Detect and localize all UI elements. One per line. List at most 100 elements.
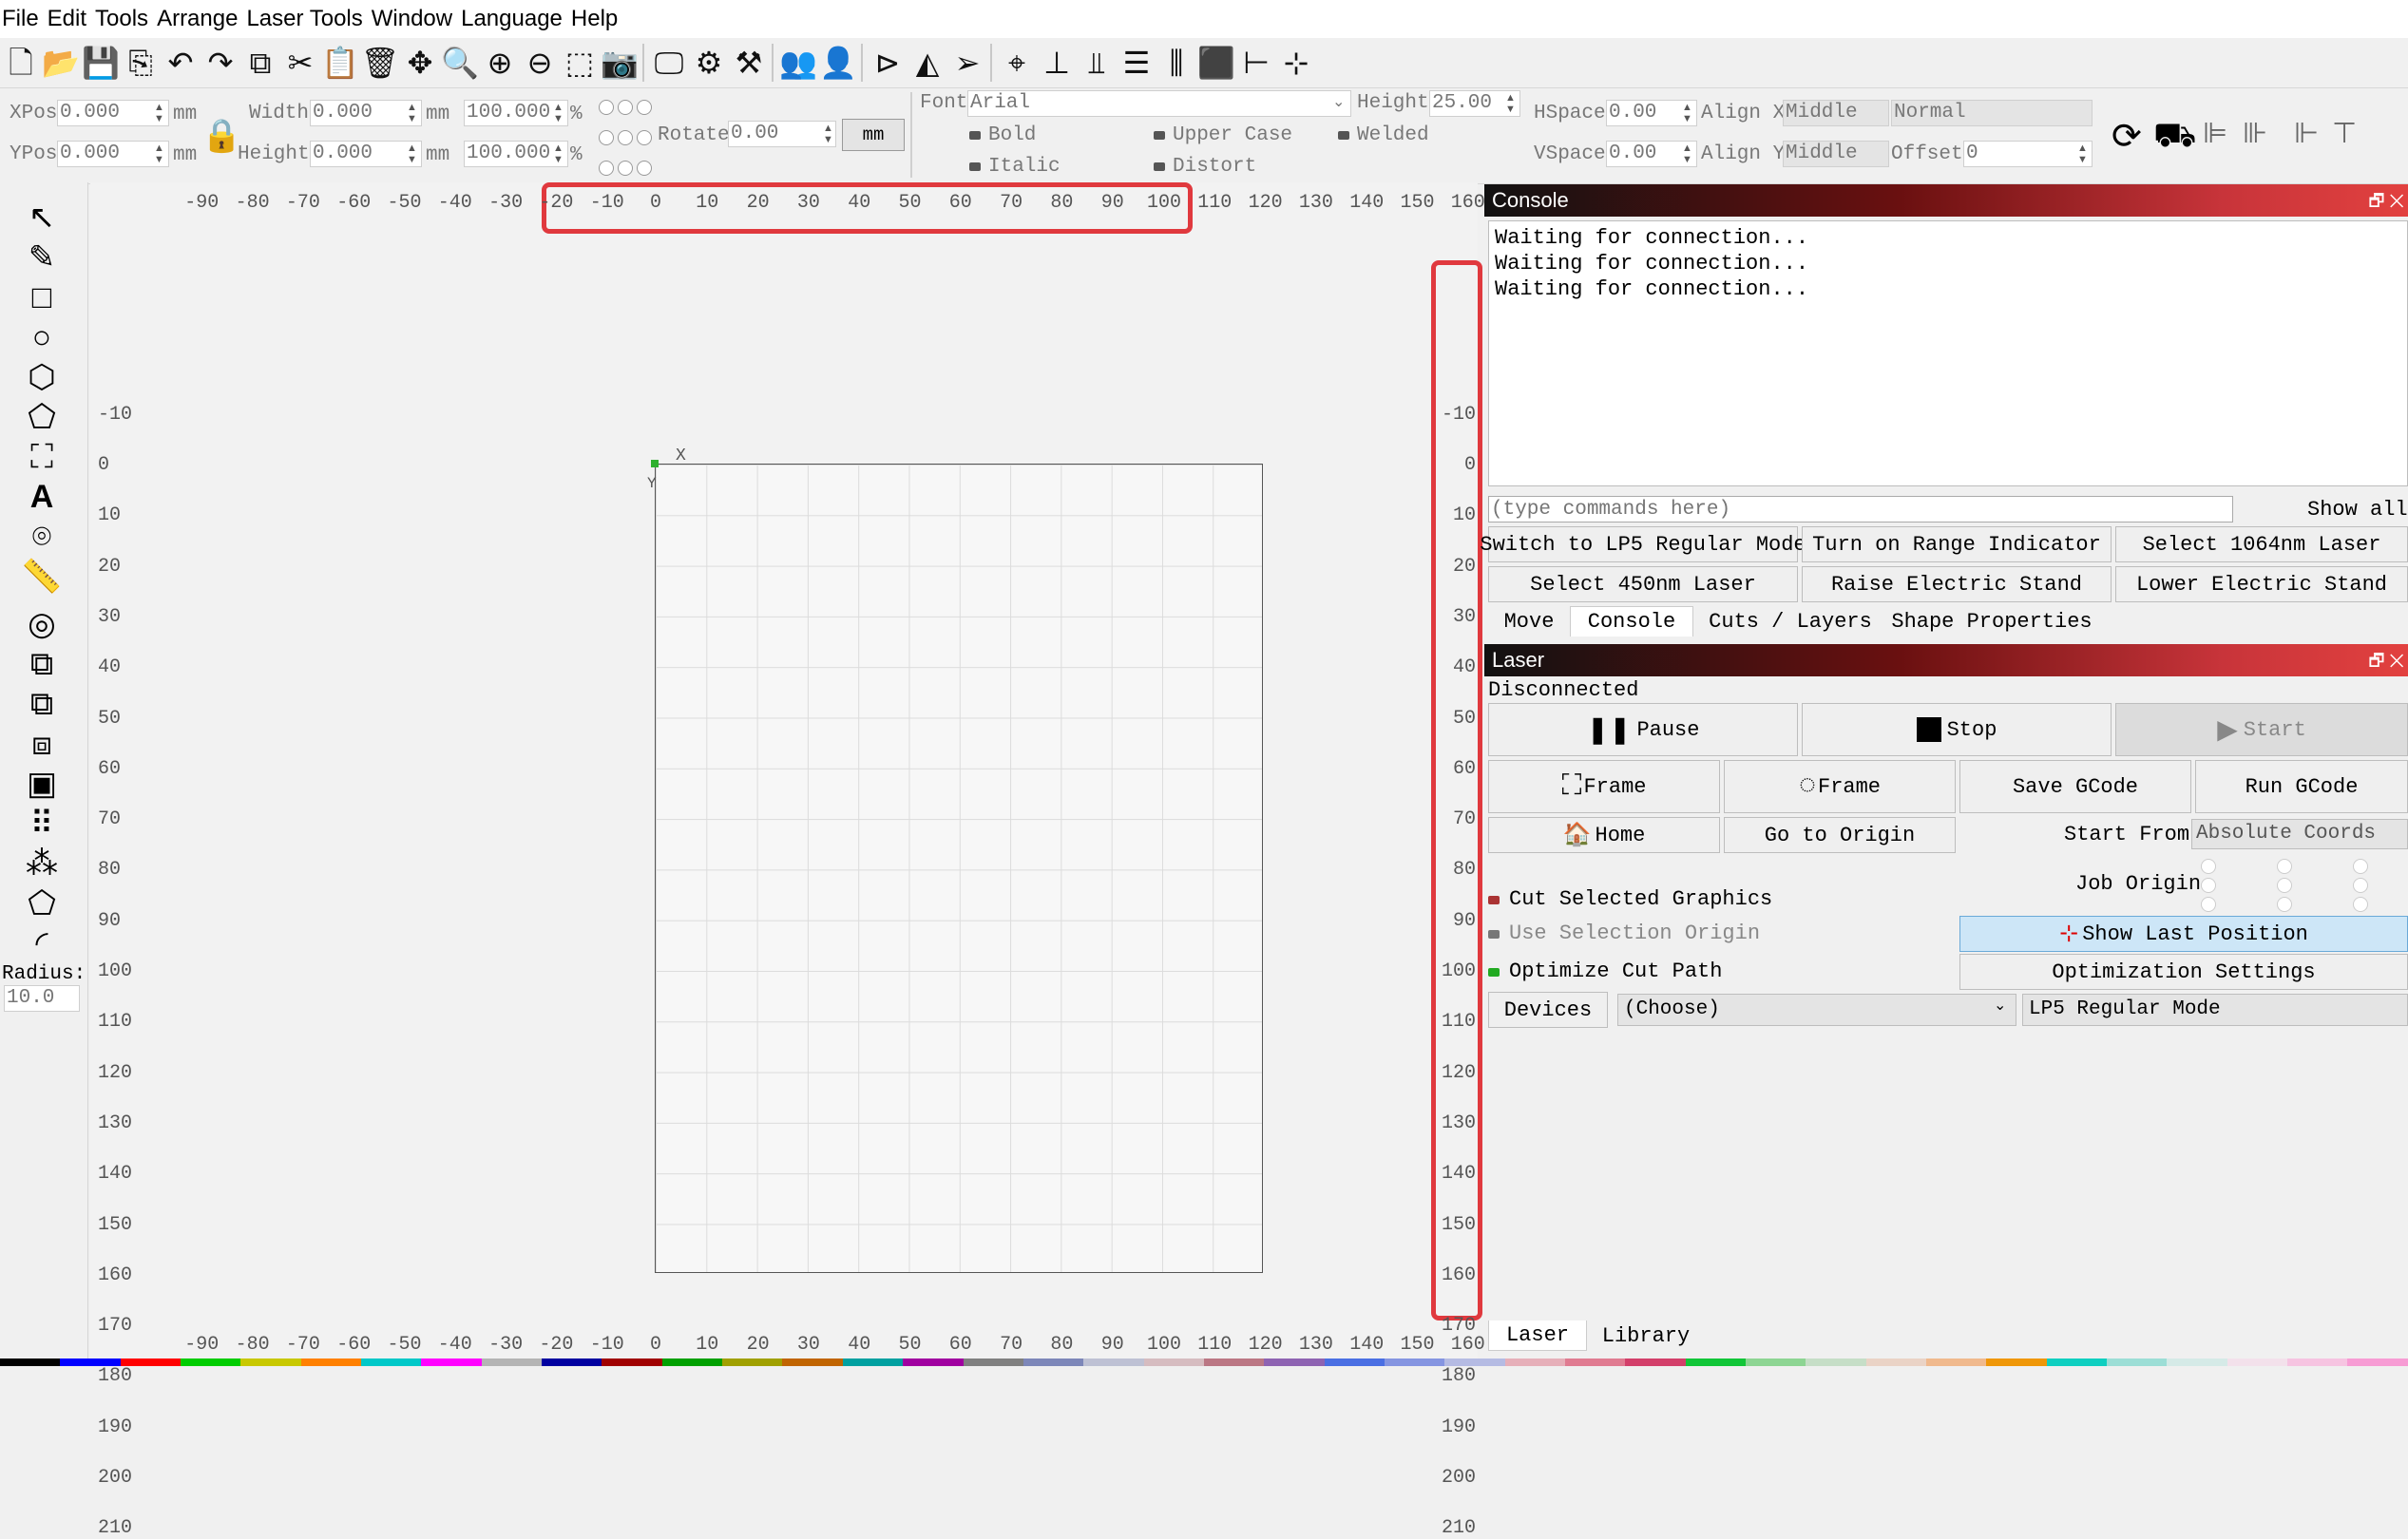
height-spinner[interactable]: ▲ ▼: [407, 142, 417, 165]
offset-spinner[interactable]: ▲ ▼: [2077, 142, 2088, 165]
align-top-icon[interactable]: ⊤: [2332, 117, 2357, 150]
origin-radio[interactable]: [637, 130, 652, 145]
tab-shape-properties[interactable]: Shape Properties: [1887, 606, 2096, 636]
frame-rect-button[interactable]: ⛶ Frame: [1488, 760, 1720, 813]
go-to-origin-button[interactable]: Go to Origin: [1724, 817, 1956, 853]
color-swatch[interactable]: [542, 1358, 602, 1366]
tab-cuts-layers[interactable]: Cuts / Layers: [1695, 606, 1885, 636]
camera-icon[interactable]: 📷: [601, 44, 639, 82]
job-origin-radio[interactable]: [2201, 897, 2216, 912]
origin-radio[interactable]: [618, 100, 633, 115]
distort-toggle[interactable]: Distort: [1154, 156, 1256, 178]
pause-button[interactable]: ❚❚ Pause: [1488, 703, 1798, 756]
rotate-spinner[interactable]: ▲ ▼: [823, 123, 833, 145]
target-icon[interactable]: ⌖: [998, 44, 1036, 82]
home-button[interactable]: 🏠 Home: [1488, 817, 1720, 853]
color-swatch[interactable]: [361, 1358, 422, 1366]
job-origin-radio[interactable]: [2277, 878, 2292, 893]
color-swatch[interactable]: [240, 1358, 301, 1366]
vspace-spinner[interactable]: ▲ ▼: [1682, 142, 1692, 165]
font-height-spinner[interactable]: ▲ ▼: [1505, 92, 1516, 115]
macro-1064nm-button[interactable]: Select 1064nm Laser: [2115, 526, 2408, 562]
use-selection-origin-toggle[interactable]: Use Selection Origin: [1488, 922, 1760, 945]
macro-raise-stand-button[interactable]: Raise Electric Stand: [1802, 566, 2112, 602]
offset-input[interactable]: 0: [1963, 141, 2093, 167]
send-icon[interactable]: ➢: [948, 44, 986, 82]
color-swatch[interactable]: [963, 1358, 1023, 1366]
select-tool-icon[interactable]: ↖: [17, 198, 67, 238]
boolean-subtract-icon[interactable]: ⧉: [17, 684, 67, 724]
color-swatch[interactable]: [481, 1358, 543, 1366]
paste-icon[interactable]: 📋: [321, 44, 359, 82]
menu-window[interactable]: Window: [372, 6, 461, 32]
align-a-icon[interactable]: ⊥: [1038, 44, 1076, 82]
align-left-icon[interactable]: ⊫: [2203, 117, 2227, 150]
align-d-icon[interactable]: ⫼: [1157, 44, 1195, 82]
undo-icon[interactable]: ↶: [162, 44, 200, 82]
ellipse-tool-icon[interactable]: ○: [17, 317, 67, 357]
corner-round-icon[interactable]: ◜: [17, 923, 67, 963]
job-origin-radio[interactable]: [2277, 859, 2292, 874]
ypos-spinner[interactable]: ▲ ▼: [154, 142, 164, 165]
weld-icon[interactable]: ▣: [17, 764, 67, 804]
export-icon[interactable]: ⎘: [122, 44, 160, 82]
refresh-icon[interactable]: ⟳: [2112, 115, 2142, 158]
width-input[interactable]: 0.000: [310, 100, 422, 126]
color-swatch[interactable]: [2287, 1358, 2348, 1366]
color-swatch[interactable]: [1986, 1358, 2047, 1366]
zoom-fit-icon[interactable]: 🔍: [441, 44, 479, 82]
dock-float-icon[interactable]: 🗗 ✕: [2369, 644, 2404, 676]
zoom-in-icon[interactable]: ⊕: [481, 44, 519, 82]
laser-head-icon[interactable]: ⛟: [2153, 115, 2196, 160]
scale-height-spinner[interactable]: ▲ ▼: [553, 142, 564, 165]
menu-edit[interactable]: Edit: [48, 6, 95, 32]
new-file-icon[interactable]: 🗋: [2, 44, 40, 82]
radius-input[interactable]: 10.0: [4, 985, 80, 1012]
rotate-input[interactable]: 0.00: [728, 121, 836, 147]
color-swatch[interactable]: [602, 1358, 662, 1366]
color-swatch[interactable]: [60, 1358, 121, 1366]
user-icon[interactable]: 👤: [819, 44, 857, 82]
height-input[interactable]: 0.000: [310, 141, 422, 167]
mode-select[interactable]: LP5 Regular Mode: [2022, 994, 2408, 1026]
align-x-select[interactable]: Middle: [1783, 100, 1889, 126]
upper-case-toggle[interactable]: Upper Case: [1154, 124, 1292, 146]
color-swatch[interactable]: [1625, 1358, 1686, 1366]
color-swatch[interactable]: [300, 1358, 362, 1366]
distribute-icon[interactable]: ⬛: [1197, 44, 1235, 82]
color-swatch[interactable]: [782, 1358, 843, 1366]
ypos-input[interactable]: 0.000: [57, 141, 169, 167]
color-swatch[interactable]: [421, 1358, 482, 1366]
flip-icon[interactable]: ⊳: [869, 44, 907, 82]
color-swatch[interactable]: [1264, 1358, 1325, 1366]
cut-selected-toggle[interactable]: Cut Selected Graphics: [1488, 887, 1772, 911]
monitor-icon[interactable]: 🖵: [650, 44, 688, 82]
boolean-union-icon[interactable]: ⧉: [17, 644, 67, 684]
copy-icon[interactable]: ⧉: [241, 44, 279, 82]
job-origin-radio[interactable]: [2277, 897, 2292, 912]
zoom-out-icon[interactable]: ⊖: [521, 44, 559, 82]
color-swatch[interactable]: [722, 1358, 783, 1366]
color-swatch[interactable]: [1745, 1358, 1806, 1366]
hspace-spinner[interactable]: ▲ ▼: [1682, 102, 1692, 124]
menu-language[interactable]: Language: [461, 6, 571, 32]
pen-tool-icon[interactable]: ✎: [17, 238, 67, 277]
workspace-area[interactable]: [655, 464, 1263, 1273]
color-swatch[interactable]: [0, 1358, 61, 1366]
show-last-position-button[interactable]: ⊹ Show Last Position: [1959, 916, 2408, 952]
macro-450nm-button[interactable]: Select 450nm Laser: [1488, 566, 1798, 602]
measure-tool-icon[interactable]: 📏: [17, 557, 67, 597]
color-swatch[interactable]: [2167, 1358, 2227, 1366]
run-gcode-button[interactable]: Run GCode: [2195, 760, 2408, 813]
italic-toggle[interactable]: Italic: [969, 156, 1061, 178]
save-icon[interactable]: 💾: [82, 44, 120, 82]
start-button[interactable]: ▶ Start: [2115, 703, 2408, 756]
job-origin-radio[interactable]: [2353, 859, 2368, 874]
optimization-settings-button[interactable]: Optimization Settings: [1959, 954, 2408, 990]
xpos-spinner[interactable]: ▲ ▼: [154, 102, 164, 124]
color-swatch[interactable]: [1806, 1358, 1866, 1366]
cut-icon[interactable]: ✂: [281, 44, 319, 82]
delete-icon[interactable]: 🗑: [361, 44, 400, 82]
color-swatch[interactable]: [2226, 1358, 2288, 1366]
device-select-chevron-icon[interactable]: ⌄: [1994, 996, 2006, 1015]
